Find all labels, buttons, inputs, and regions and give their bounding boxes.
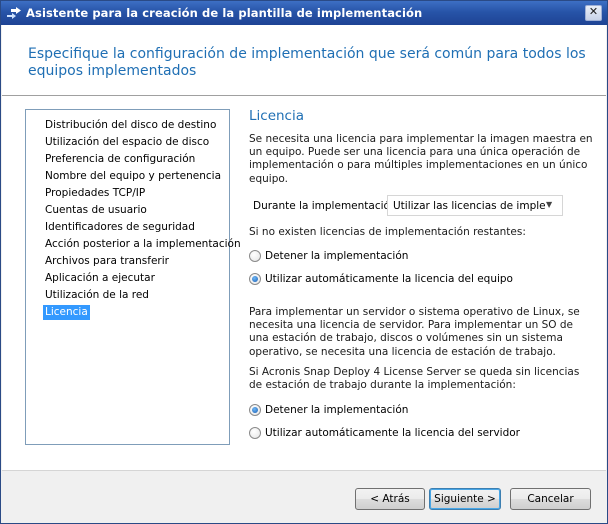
- radio-stop-deployment[interactable]: [249, 250, 261, 262]
- wizard-window: Asistente para la creación de la plantil…: [0, 0, 608, 524]
- no-licenses-label: Si no existen licencias de implementació…: [249, 226, 526, 238]
- server-question-text: Si Acronis Snap Deploy 4 License Server …: [249, 366, 580, 392]
- step-item-nombre-equipo[interactable]: Nombre del equipo y pertenencia: [43, 169, 223, 184]
- step-item-cuentas[interactable]: Cuentas de usuario: [43, 203, 149, 218]
- wizard-content: Distribución del disco de destino Utiliz…: [2, 96, 606, 470]
- section-title: Licencia: [249, 108, 305, 124]
- step-item-distribucion[interactable]: Distribución del disco de destino: [43, 118, 218, 133]
- next-button[interactable]: Siguiente >: [429, 488, 501, 510]
- title-bar[interactable]: Asistente para la creación de la plantil…: [1, 1, 607, 25]
- license-intro-text: Se necesita una licencia para implementa…: [249, 133, 593, 185]
- step-item-red[interactable]: Utilización de la red: [43, 288, 151, 303]
- step-item-tcpip[interactable]: Propiedades TCP/IP: [43, 186, 147, 201]
- step-item-aplicacion[interactable]: Aplicación a ejecutar: [43, 271, 157, 286]
- wizard-arrows-icon: [7, 7, 21, 19]
- step-list: Distribución del disco de destino Utiliz…: [25, 109, 241, 445]
- close-icon: ✕: [588, 5, 599, 18]
- radio-stop-deployment-2[interactable]: [249, 404, 261, 416]
- window-title: Asistente para la creación de la plantil…: [26, 6, 423, 20]
- step-item-identificadores[interactable]: Identificadores de seguridad: [43, 220, 197, 235]
- back-button[interactable]: < Atrás: [355, 488, 425, 510]
- radio-use-machine-label: Utilizar automáticamente la licencia del…: [265, 273, 513, 285]
- step-item-preferencia[interactable]: Preferencia de configuración: [43, 152, 197, 167]
- radio-stop-label: Detener la implementación: [265, 250, 409, 262]
- chevron-down-icon: ▼: [546, 200, 553, 209]
- step-item-archivos[interactable]: Archivos para transferir: [43, 254, 171, 269]
- wizard-header: Especifique la configuración de implemen…: [2, 25, 606, 95]
- radio-use-server-license[interactable]: [249, 427, 261, 439]
- cancel-button[interactable]: Cancelar: [510, 488, 591, 510]
- radio-stop-2-label: Detener la implementación: [265, 404, 409, 416]
- server-license-text: Para implementar un servidor o sistema o…: [249, 306, 580, 358]
- step-item-licencia[interactable]: Licencia: [43, 305, 90, 320]
- radio-use-server-label: Utilizar automáticamente la licencia del…: [265, 427, 520, 439]
- close-button[interactable]: ✕: [585, 5, 602, 21]
- license-usage-dropdown[interactable]: Utilizar las licencias de implementación…: [387, 195, 563, 216]
- page-title: Especifique la configuración de implemen…: [28, 46, 586, 79]
- during-deployment-label: Durante la implementación:: [253, 200, 401, 212]
- step-item-utilizacion-espacio[interactable]: Utilización del espacio de disco: [43, 135, 211, 150]
- step-item-accion-posterior[interactable]: Acción posterior a la implementación: [43, 237, 243, 252]
- license-usage-value: Utilizar las licencias de implementación: [393, 200, 545, 212]
- radio-use-machine-license[interactable]: [249, 273, 261, 285]
- footer-divider: [2, 470, 606, 471]
